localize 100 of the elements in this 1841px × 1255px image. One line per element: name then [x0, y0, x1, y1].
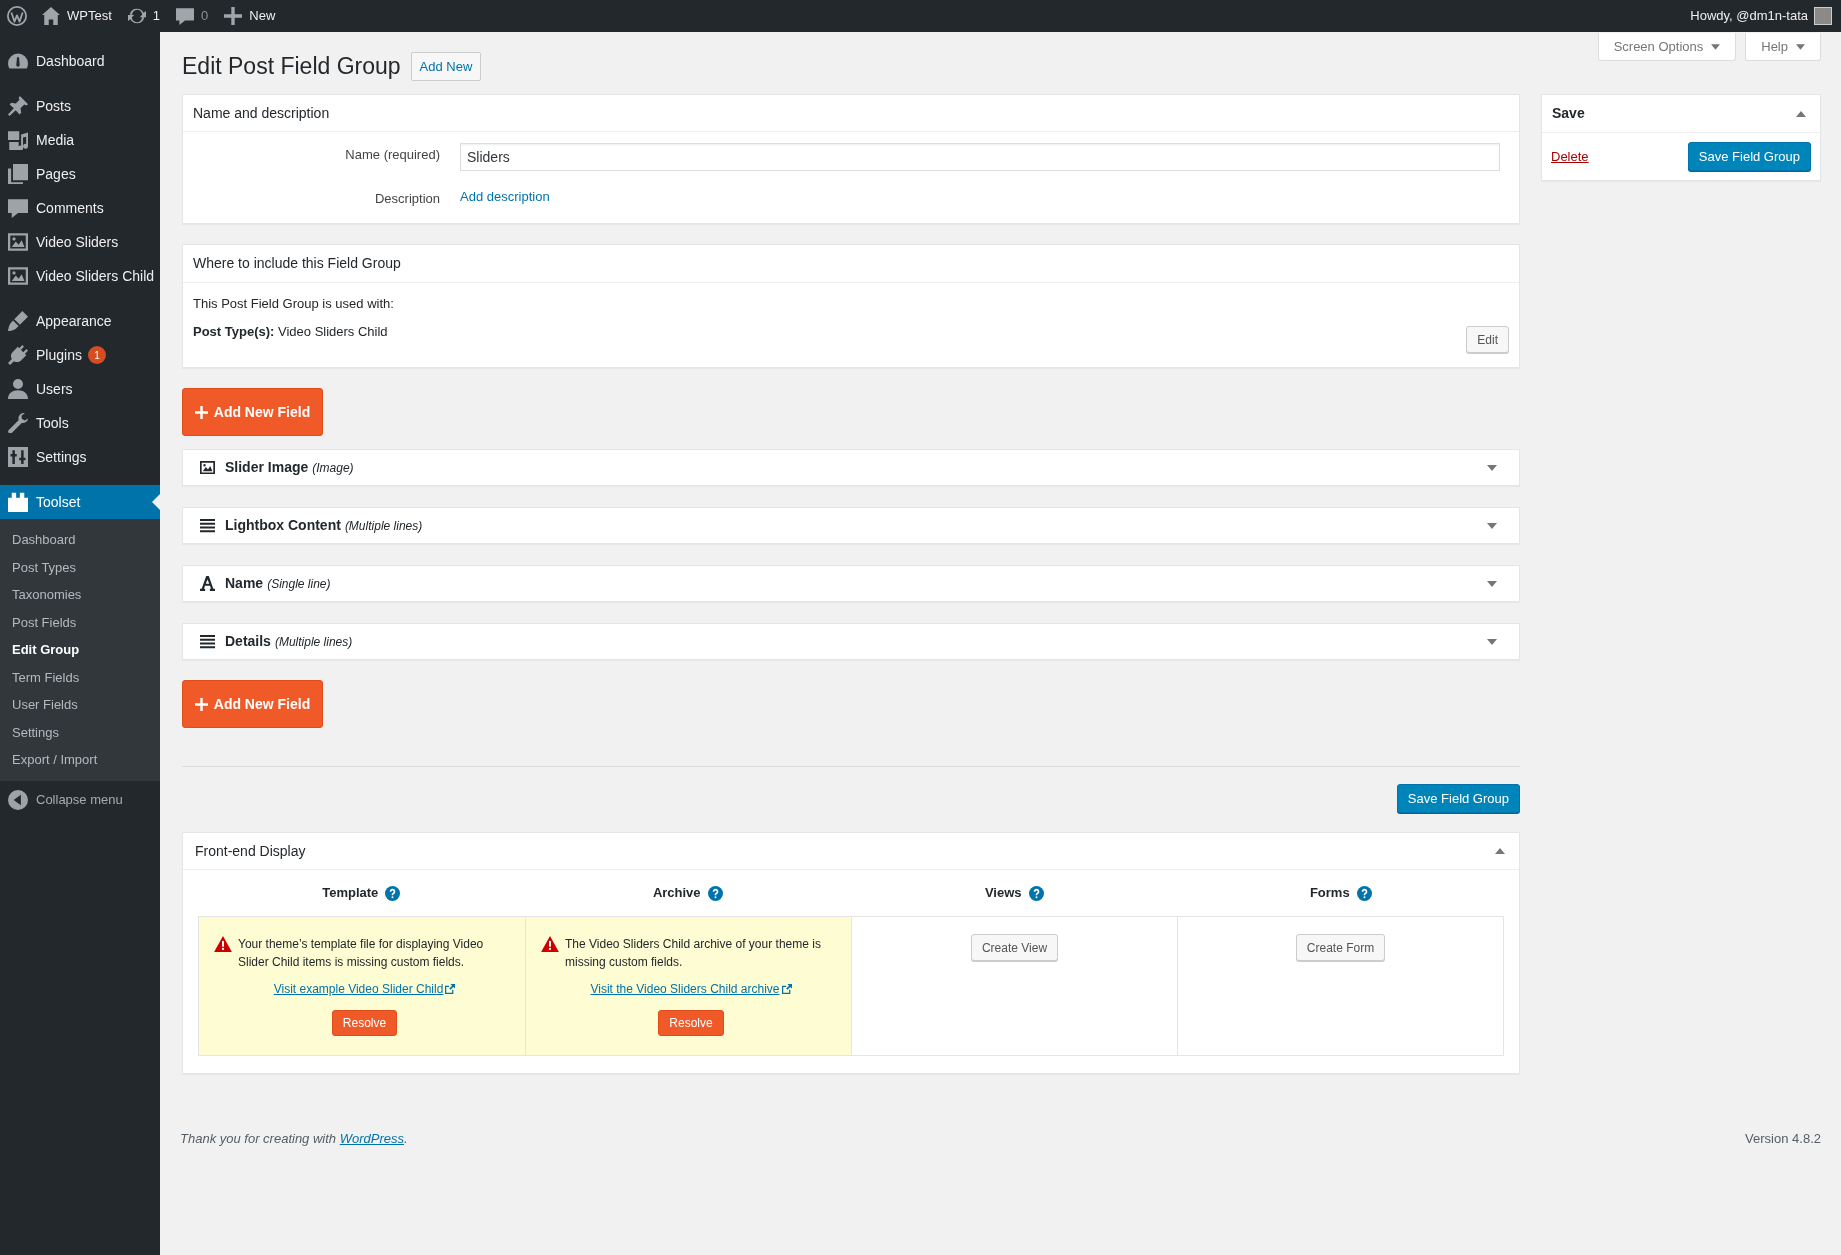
warning-icon — [541, 936, 559, 952]
field-type: (Single line) — [267, 575, 331, 593]
speech-bubble-icon — [8, 198, 28, 218]
save-field-group-button[interactable]: Save Field Group — [1396, 784, 1520, 813]
name-input[interactable]: Sliders — [460, 143, 1500, 171]
gauge-icon — [8, 51, 28, 71]
menu-item[interactable]: Users — [0, 372, 160, 406]
plus-icon — [224, 7, 243, 25]
warning-icon — [214, 936, 232, 952]
menu-item[interactable]: Tools — [0, 406, 160, 440]
toggle-icon[interactable] — [1487, 580, 1497, 587]
new-content-link[interactable]: New — [216, 0, 284, 32]
create-button[interactable]: Create Form — [1295, 934, 1386, 961]
collapse-icon — [8, 789, 28, 810]
field-type: (Image) — [312, 459, 354, 477]
caret-icon — [1796, 43, 1805, 50]
comments-link[interactable]: 0 — [168, 0, 217, 32]
visit-link[interactable]: Visit example Video Slider Child — [273, 980, 456, 998]
text-icon — [200, 576, 215, 591]
logo-icon[interactable] — [7, 6, 27, 26]
submenu-item[interactable]: Post Fields — [0, 608, 160, 636]
visit-link[interactable]: Visit the Video Sliders Child archive — [590, 980, 792, 998]
save-field-group-button[interactable]: Save Field Group — [1687, 142, 1811, 171]
brush-icon — [8, 311, 28, 331]
help-icon[interactable] — [385, 885, 401, 901]
delete-link[interactable]: Delete — [1551, 146, 1589, 167]
menu-item[interactable]: Posts — [0, 89, 160, 123]
menu-item[interactable]: Toolset — [0, 485, 160, 519]
screen-meta-tab[interactable]: Screen Options — [1597, 33, 1737, 61]
submenu-item[interactable]: User Fields — [0, 691, 160, 719]
help-icon[interactable] — [707, 885, 723, 901]
panel-title: Where to include this Field Group — [193, 254, 401, 273]
toggle-icon[interactable] — [1487, 638, 1497, 645]
warning-message: The Video Sliders Child archive of your theme is missing custom fields. — [565, 936, 822, 971]
create-button[interactable]: Create View — [970, 934, 1059, 961]
help-icon[interactable] — [1356, 885, 1372, 901]
submenu-item[interactable]: Export / Import — [0, 746, 160, 774]
panel-title: Front-end Display — [195, 841, 306, 861]
field-row[interactable]: Slider Image (Image) — [182, 449, 1520, 486]
wrench-icon — [8, 413, 28, 433]
warning-message: Your theme’s template file for displaying Video Slider Child items is missing custom fields. — [238, 936, 485, 971]
menu-item[interactable]: Video Sliders Child — [0, 259, 160, 293]
site-name-link[interactable]: WPTest — [34, 0, 120, 32]
account-link[interactable]: Howdy, @dm1n-tata — [1690, 6, 1841, 26]
page-title: Edit Post Field Group — [182, 52, 401, 81]
avatar-icon — [1814, 7, 1832, 25]
external-link-icon — [781, 984, 792, 994]
field-row[interactable]: Lightbox Content (Multiple lines) — [182, 507, 1520, 544]
field-row[interactable]: Details (Multiple lines) — [182, 623, 1520, 660]
plug-icon — [8, 345, 28, 365]
field-row[interactable]: Name (Single line) — [182, 565, 1520, 602]
field-type: (Multiple lines) — [274, 633, 353, 651]
image-icon — [8, 232, 28, 252]
menu-item[interactable]: Media — [0, 123, 160, 157]
pages-icon — [8, 164, 28, 184]
footer-link[interactable]: WordPress — [339, 1131, 404, 1147]
menu-item[interactable]: Comments — [0, 191, 160, 225]
media-icon — [8, 130, 28, 150]
lines-icon — [200, 634, 215, 649]
toggle-icon[interactable] — [1796, 110, 1806, 117]
menu-item[interactable]: Settings — [0, 440, 160, 474]
menu-item[interactable]: Video Sliders — [0, 225, 160, 259]
toggle-icon[interactable] — [1495, 848, 1505, 854]
menu-item[interactable]: Dashboard — [0, 44, 160, 78]
sliders-icon — [8, 447, 28, 467]
menu-item[interactable]: Appearance — [0, 304, 160, 338]
menu-item[interactable]: Plugins — [0, 338, 88, 372]
add-description-link[interactable]: Add description — [460, 187, 550, 207]
image-icon — [200, 460, 215, 475]
submenu-item[interactable]: Taxonomies — [0, 581, 160, 609]
blocks-icon — [8, 492, 28, 512]
external-link-icon — [445, 984, 456, 994]
version-text: Version 4.8.2 — [1745, 1130, 1821, 1149]
submenu-item[interactable]: Settings — [0, 718, 160, 746]
field-name: Details — [225, 632, 271, 651]
image-icon — [8, 266, 28, 286]
toggle-icon[interactable] — [1487, 522, 1497, 529]
caret-icon — [1711, 43, 1721, 50]
submenu-item[interactable]: Post Types — [0, 553, 160, 581]
lines-icon — [200, 518, 215, 533]
menu-item[interactable]: Pages — [0, 157, 160, 191]
pointer-icon — [152, 494, 160, 510]
edit-button[interactable]: Edit — [1466, 326, 1509, 353]
field-type: (Multiple lines) — [344, 517, 423, 535]
submenu-item[interactable]: Edit Group — [0, 636, 160, 664]
field-name: Lightbox Content — [225, 516, 341, 535]
plus-icon — [194, 697, 208, 711]
collapse-menu-button[interactable]: Collapse menu — [0, 780, 160, 819]
add-new-button[interactable]: Add New — [410, 52, 482, 81]
help-icon[interactable] — [1028, 885, 1044, 901]
count-badge: 1 — [87, 346, 106, 364]
updates-link[interactable]: 1 — [119, 0, 169, 32]
user-icon — [8, 379, 28, 399]
submenu-item[interactable]: Dashboard — [0, 526, 160, 554]
panel-title: Save — [1552, 104, 1585, 123]
toggle-icon[interactable] — [1487, 464, 1497, 471]
submenu-item[interactable]: Term Fields — [0, 663, 160, 691]
footer-credit: Thank you for creating with WordPress. — [180, 1130, 408, 1149]
column-heading: Archive — [652, 884, 701, 903]
screen-meta-tab[interactable]: Help — [1745, 33, 1821, 61]
